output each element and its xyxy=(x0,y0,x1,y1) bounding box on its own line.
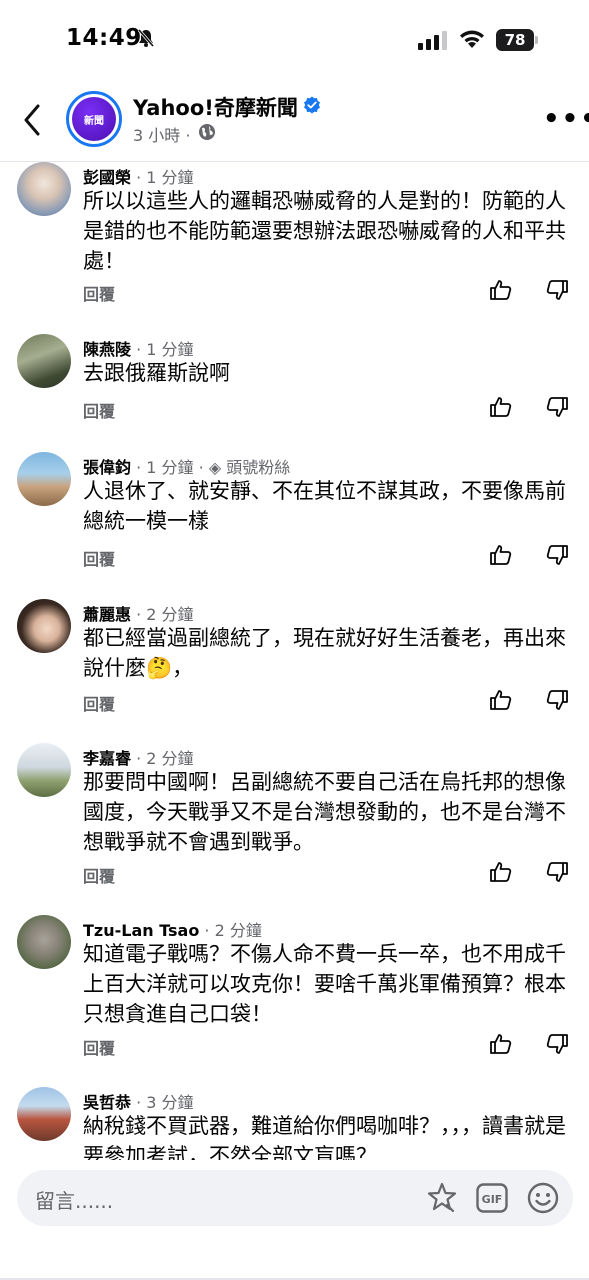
avatar[interactable] xyxy=(17,334,71,388)
battery-tip xyxy=(535,36,538,44)
more-icon[interactable]: ••• xyxy=(543,106,589,132)
comment-author[interactable]: 陳燕陵 xyxy=(83,340,131,359)
comment-text: 納稅錢不買武器，難道給你們喝咖啡？，，，讀書就是要參加考試，不然全部文盲嗎？ xyxy=(83,1114,566,1160)
dislike-icon[interactable] xyxy=(545,1032,569,1056)
comment-text: 知道電子戰嗎？不傷人命不費一兵一卒，也不用成千上百大洋就可以攻克你！要啥千萬兆軍… xyxy=(83,942,566,1026)
dislike-icon[interactable] xyxy=(545,278,569,302)
comment-input-placeholder: 留言...... xyxy=(35,1189,114,1213)
like-icon[interactable] xyxy=(489,688,513,712)
globe-icon xyxy=(199,124,215,140)
comment-text: 去跟俄羅斯說啊 xyxy=(83,361,230,385)
post-time: 3 小時 · xyxy=(133,126,191,145)
avatar[interactable] xyxy=(17,1087,71,1141)
comment-author[interactable]: 蕭麗惠 xyxy=(83,605,131,624)
reply-button[interactable]: 回覆 xyxy=(83,398,115,422)
comment-text: 所以以這些人的邏輯恐嚇威脅的人是對的！防範的人是錯的也不能防範還要想辦法跟恐嚇威… xyxy=(83,189,566,273)
comment-list: 彭國榮 · 1 分鐘 所以以這些人的邏輯恐嚇威脅的人是對的！防範的人是錯的也不能… xyxy=(0,162,589,1160)
avatar[interactable] xyxy=(17,599,71,653)
silent-bell-icon xyxy=(137,29,155,47)
gif-icon[interactable]: GIF xyxy=(476,1183,508,1213)
comment-time: · 1 分鐘 xyxy=(131,340,194,359)
top-fan-badge: ◈ 頭號粉絲 xyxy=(208,458,291,477)
comment-text: 都已經當過副總統了，現在就好好生活養老，再出來說什麼🤔， xyxy=(83,626,566,680)
comment-header: 李嘉睿 · 2 分鐘 xyxy=(83,745,194,769)
page-avatar[interactable]: 新聞 xyxy=(66,91,122,147)
dislike-icon[interactable] xyxy=(545,860,569,884)
back-arrow-icon[interactable] xyxy=(20,102,44,138)
comment-composer-area: 留言...... GIF xyxy=(0,1160,589,1280)
verified-icon xyxy=(304,96,320,114)
comment-text: 人退休了、就安靜、不在其位不謀其政，不要像馬前總統一模一樣 xyxy=(83,479,566,533)
comment-header: 蕭麗惠 · 2 分鐘 xyxy=(83,601,194,625)
comment-header: 吳哲恭 · 3 分鐘 xyxy=(83,1089,194,1113)
dislike-icon[interactable] xyxy=(545,688,569,712)
avatar[interactable] xyxy=(17,452,71,506)
like-icon[interactable] xyxy=(489,860,513,884)
comment-time: · 2 分鐘 xyxy=(131,749,194,768)
like-icon[interactable] xyxy=(489,278,513,302)
comment-header: 彭國榮 · 1 分鐘 xyxy=(83,164,194,188)
reply-button[interactable]: 回覆 xyxy=(83,863,115,887)
status-bar: 14:49 78 xyxy=(0,0,589,80)
svg-text:GIF: GIF xyxy=(482,1193,503,1206)
reply-button[interactable]: 回覆 xyxy=(83,281,115,305)
page-name[interactable]: Yahoo!奇摩新聞 xyxy=(133,92,298,122)
page-avatar-label: 新聞 xyxy=(72,97,116,141)
comment-author[interactable]: Tzu-Lan Tsao xyxy=(83,921,199,940)
reply-button[interactable]: 回覆 xyxy=(83,691,115,715)
emoji-icon[interactable] xyxy=(526,1181,560,1215)
comment-time: · 1 分鐘 xyxy=(131,168,194,187)
comment-text: 那要問中國啊！呂副總統不要自己活在烏托邦的想像國度，今天戰爭又不是台灣想發動的，… xyxy=(83,770,566,854)
avatar[interactable] xyxy=(17,162,71,216)
comment-time: · 3 分鐘 xyxy=(131,1093,194,1112)
comment-header: 陳燕陵 · 1 分鐘 xyxy=(83,336,194,360)
dislike-icon[interactable] xyxy=(545,543,569,567)
comment-time: · 2 分鐘 xyxy=(199,921,262,940)
like-icon[interactable] xyxy=(489,1032,513,1056)
comment-author[interactable]: 彭國榮 xyxy=(83,168,131,187)
like-icon[interactable] xyxy=(489,543,513,567)
comment-header: Tzu-Lan Tsao · 2 分鐘 xyxy=(83,917,262,941)
comment-time: · 2 分鐘 xyxy=(131,605,194,624)
comment-author[interactable]: 李嘉睿 xyxy=(83,749,131,768)
battery-level: 78 xyxy=(496,29,534,51)
reply-button[interactable]: 回覆 xyxy=(83,546,115,570)
status-time: 14:49 xyxy=(66,25,142,51)
like-icon[interactable] xyxy=(489,395,513,419)
comment-author[interactable]: 吳哲恭 xyxy=(83,1093,131,1112)
sticker-icon[interactable] xyxy=(425,1181,459,1215)
comment-header: 張偉鈞 · 1 分鐘 · ◈ 頭號粉絲 xyxy=(83,454,290,478)
dislike-icon[interactable] xyxy=(545,395,569,419)
comment-time: · 1 分鐘 · xyxy=(131,458,209,477)
wifi-icon xyxy=(460,30,484,48)
post-header: 新聞 Yahoo!奇摩新聞 3 小時 · ••• xyxy=(0,80,589,162)
comment-input[interactable]: 留言...... GIF xyxy=(17,1170,573,1226)
comment-author[interactable]: 張偉鈞 xyxy=(83,458,131,477)
battery-indicator: 78 xyxy=(496,29,538,51)
cellular-signal-icon xyxy=(418,31,447,50)
avatar[interactable] xyxy=(17,915,71,969)
reply-button[interactable]: 回覆 xyxy=(83,1035,115,1059)
avatar[interactable] xyxy=(17,743,71,797)
